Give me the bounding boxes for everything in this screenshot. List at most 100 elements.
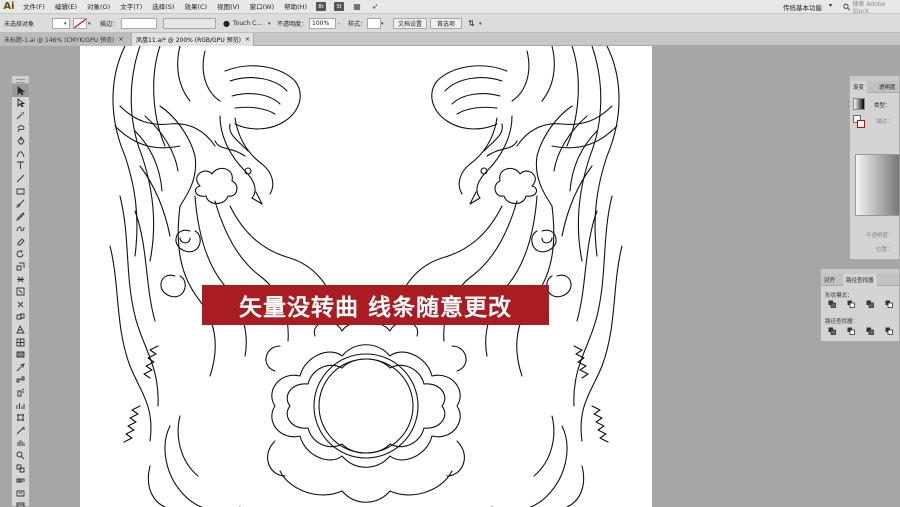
variable-width-profile[interactable] bbox=[163, 18, 216, 29]
tool-type[interactable] bbox=[12, 160, 29, 173]
stroke-swatch[interactable] bbox=[73, 18, 87, 29]
tab-gradient[interactable]: 渐变 bbox=[850, 81, 868, 93]
shape-mode-icon[interactable] bbox=[828, 300, 836, 308]
fill-stroke-icon bbox=[16, 464, 25, 473]
tool-perspective-grid[interactable] bbox=[12, 323, 29, 336]
document-tabs: 未标题-1.ai @ 146% (CMYK/GPU 预览) × 凤凰11.ai*… bbox=[0, 33, 900, 46]
tool-magic-wand[interactable] bbox=[12, 109, 29, 122]
tool-pencil[interactable] bbox=[12, 210, 29, 223]
gradient-thumbnail[interactable] bbox=[853, 98, 865, 110]
tool-blend[interactable] bbox=[12, 374, 29, 387]
tool-color-modes[interactable] bbox=[12, 474, 29, 487]
free-transform-icon bbox=[16, 287, 25, 296]
perspective-grid-icon bbox=[16, 325, 25, 334]
chevron-down-icon[interactable]: ▾ bbox=[829, 2, 832, 9]
tool-draw-modes[interactable] bbox=[12, 487, 29, 500]
menu-object[interactable]: 对象(O) bbox=[82, 0, 115, 14]
tool-symbol-sprayer[interactable] bbox=[12, 386, 29, 399]
tab-transparency[interactable]: 透明度 bbox=[876, 81, 899, 93]
tool-column-graph[interactable] bbox=[12, 399, 29, 412]
chevron-right-icon[interactable]: › bbox=[338, 14, 340, 33]
hand-icon bbox=[17, 440, 25, 447]
gpu-rocket-icon[interactable]: ➶ bbox=[370, 2, 380, 11]
fill-swatch[interactable] bbox=[52, 18, 70, 29]
tool-paintbrush[interactable] bbox=[12, 197, 29, 210]
pathfinders-label: 路径查找器： bbox=[825, 319, 859, 325]
document-setup-button[interactable]: 文档设置 bbox=[393, 18, 427, 29]
pathfinder-icon[interactable] bbox=[828, 327, 836, 335]
menu-select[interactable]: 选择(S) bbox=[147, 0, 179, 14]
menu-window[interactable]: 窗口(W) bbox=[245, 0, 280, 14]
opacity-field[interactable]: 100% bbox=[309, 18, 336, 29]
menu-type[interactable]: 文字(T) bbox=[115, 0, 147, 14]
menu-view[interactable]: 视图(V) bbox=[212, 0, 245, 14]
close-icon[interactable]: × bbox=[245, 36, 250, 43]
panel-grip[interactable] bbox=[12, 76, 29, 84]
tool-screen-mode[interactable] bbox=[12, 500, 29, 507]
tab-pathfinder[interactable]: 路径查找器 bbox=[843, 274, 877, 286]
chevron-down-icon[interactable]: ▾ bbox=[64, 14, 67, 33]
tool-pen[interactable] bbox=[12, 134, 29, 147]
tool-fill-stroke[interactable] bbox=[12, 462, 29, 475]
tool-line[interactable] bbox=[12, 172, 29, 185]
tool-hand[interactable] bbox=[12, 437, 29, 450]
tool-zoom[interactable] bbox=[12, 449, 29, 462]
tool-rotate[interactable] bbox=[12, 248, 29, 261]
stroke-weight-field[interactable] bbox=[121, 18, 157, 29]
chevron-down-icon[interactable]: ▾ bbox=[88, 14, 91, 33]
gradient-ramp[interactable] bbox=[855, 154, 900, 216]
tab-align[interactable]: 对齐 bbox=[821, 274, 838, 286]
tool-artboard[interactable] bbox=[12, 411, 29, 424]
brush-definition[interactable]: Touch C... bbox=[233, 14, 262, 33]
close-icon[interactable]: × bbox=[118, 36, 123, 43]
shape-mode-icon[interactable] bbox=[866, 300, 874, 308]
tool-shaper[interactable] bbox=[12, 223, 29, 236]
arrange-icon[interactable]: ⇅ bbox=[468, 14, 475, 33]
stock-search[interactable]: 搜索 Adobe Stock bbox=[843, 1, 900, 15]
tool-eyedropper[interactable] bbox=[12, 361, 29, 374]
graphic-style-swatch[interactable] bbox=[367, 18, 381, 29]
tool-selection[interactable] bbox=[12, 84, 29, 97]
position-label: 位置： bbox=[876, 247, 893, 253]
tool-eraser[interactable] bbox=[12, 235, 29, 248]
chevron-down-icon[interactable]: ▾ bbox=[381, 14, 384, 33]
workspace-switcher[interactable]: 传统基本功能 bbox=[783, 2, 822, 12]
tool-gradient[interactable] bbox=[12, 348, 29, 361]
search-icon bbox=[843, 3, 851, 11]
chevron-down-icon[interactable]: ▾ bbox=[479, 14, 482, 33]
tool-mesh[interactable] bbox=[12, 336, 29, 349]
menu-effect[interactable]: 效果(C) bbox=[179, 0, 212, 14]
tool-scale[interactable] bbox=[12, 260, 29, 273]
pathfinder-icon[interactable] bbox=[847, 327, 855, 335]
bridge-icon[interactable]: Br bbox=[316, 2, 327, 11]
shaper-icon bbox=[16, 226, 25, 232]
stock-icon[interactable]: St bbox=[334, 2, 345, 11]
preferences-button[interactable]: 首选项 bbox=[430, 18, 462, 29]
artboard-icon bbox=[17, 414, 24, 422]
chevron-down-icon[interactable]: ▾ bbox=[268, 14, 271, 33]
eraser-icon bbox=[17, 238, 25, 246]
tool-curvature[interactable] bbox=[12, 147, 29, 160]
shape-mode-icon[interactable] bbox=[885, 300, 893, 308]
tool-shape-builder[interactable] bbox=[12, 311, 29, 324]
pathfinder-icon[interactable] bbox=[885, 327, 893, 335]
tool-slice[interactable] bbox=[12, 424, 29, 437]
stroke-mini-swatch[interactable] bbox=[857, 120, 865, 128]
tab-phoenix[interactable]: 凤凰11.ai* @ 200% (RGB/GPU 预览) × bbox=[132, 33, 254, 46]
menu-file[interactable]: 文件(F) bbox=[18, 0, 50, 14]
paintbrush-icon bbox=[16, 199, 25, 208]
menu-help[interactable]: 帮助(H) bbox=[279, 0, 312, 14]
tab-label: 凤凰11.ai* @ 200% (RGB/GPU 预览) bbox=[136, 37, 241, 44]
tool-lasso[interactable] bbox=[12, 122, 29, 135]
menu-edit[interactable]: 编辑(E) bbox=[50, 0, 82, 14]
arrange-documents-icon[interactable]: ▦ bbox=[352, 2, 362, 11]
tool-direct-selection[interactable] bbox=[12, 97, 29, 110]
tab-untitled[interactable]: 未标题-1.ai @ 146% (CMYK/GPU 预览) × bbox=[0, 33, 132, 46]
tool-puppet-warp[interactable] bbox=[12, 298, 29, 311]
shape-mode-icon[interactable] bbox=[847, 300, 855, 308]
artboard-canvas[interactable] bbox=[80, 46, 652, 507]
tool-width[interactable] bbox=[12, 273, 29, 286]
tool-free-transform[interactable] bbox=[12, 286, 29, 299]
tool-rectangle[interactable] bbox=[12, 185, 29, 198]
pathfinder-icon[interactable] bbox=[866, 327, 874, 335]
